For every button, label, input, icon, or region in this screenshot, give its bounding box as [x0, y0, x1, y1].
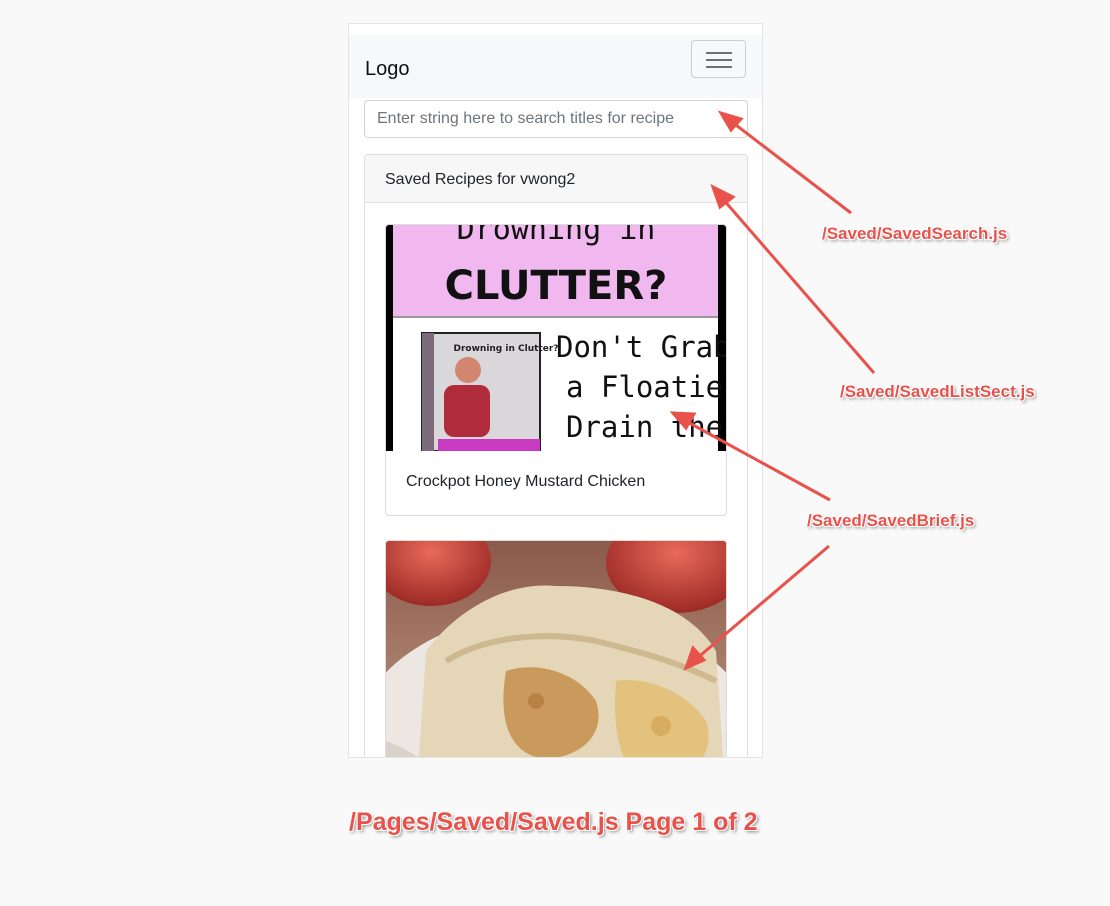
image-headline-text: CLUTTER? — [445, 263, 668, 309]
recipe-card[interactable]: Drowning in CLUTTER? Drowning in Clutter… — [385, 224, 727, 516]
image-line3-text: Drain the — [566, 410, 723, 444]
annotation-saved-brief: /Saved/SavedBrief.js — [807, 511, 975, 530]
search-input[interactable] — [364, 100, 748, 138]
image-line1-text: Don't Grab — [556, 330, 726, 364]
logo[interactable]: Logo — [365, 58, 410, 81]
book-cover-illustration: Drowning in Clutter? — [421, 332, 559, 451]
image-line2-text: a Floatie! — [566, 370, 726, 404]
recipe-card[interactable] — [385, 540, 727, 758]
annotation-page-caption: /Pages/Saved/Saved.js Page 1 of 2 — [349, 808, 758, 836]
image-top-text: Drowning in — [457, 225, 656, 247]
apple-pie-image[interactable] — [386, 541, 726, 758]
menu-toggle-button[interactable] — [691, 40, 746, 78]
saved-recipes-section: Saved Recipes for vwong2 Drowning in CLU… — [364, 154, 748, 758]
section-header: Saved Recipes for vwong2 — [365, 155, 747, 203]
recipe-title[interactable]: Crockpot Honey Mustard Chicken — [406, 473, 645, 491]
recipe-image[interactable]: Drowning in CLUTTER? Drowning in Clutter… — [386, 225, 726, 451]
annotation-saved-list-sect: /Saved/SavedListSect.js — [840, 382, 1035, 401]
navbar: Logo — [349, 35, 762, 98]
annotation-saved-search: /Saved/SavedSearch.js — [822, 224, 1008, 243]
mobile-viewport: Logo Saved Recipes for vwong2 Drowning i… — [348, 23, 763, 758]
book-title-text: Drowning in Clutter? — [454, 344, 559, 354]
hamburger-menu-icon — [706, 52, 732, 68]
